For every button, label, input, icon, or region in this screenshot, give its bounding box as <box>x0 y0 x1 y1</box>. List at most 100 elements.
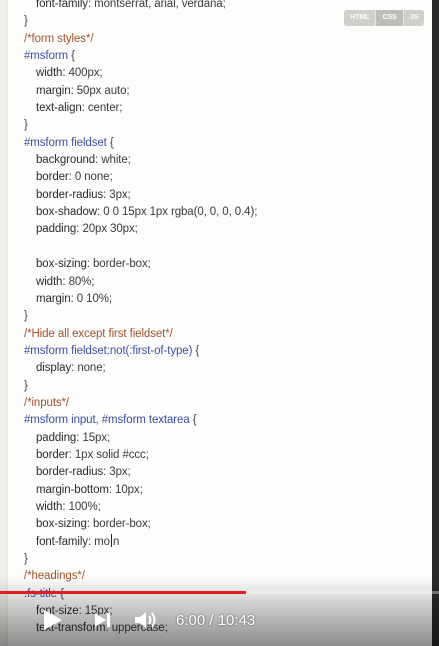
tab-html[interactable]: HTML <box>344 10 377 26</box>
code-token: background <box>36 154 96 167</box>
css-editor-panel[interactable]: font-family: montserrat, arial, verdana;… <box>8 0 432 646</box>
code-line[interactable]: border-radius: 3px; <box>24 464 434 481</box>
code-token: 100% <box>68 500 98 513</box>
code-line[interactable] <box>24 239 434 256</box>
duration: 10:43 <box>217 611 256 629</box>
code-line[interactable]: font-family: mo n <box>24 533 434 551</box>
code-token: white <box>101 154 128 167</box>
code-token: box-sizing <box>36 518 87 531</box>
current-time: 6:00 <box>176 611 206 629</box>
code-token: } <box>24 310 28 323</box>
code-line[interactable]: /*inputs*/ <box>24 395 434 412</box>
code-token: 3px <box>109 188 128 201</box>
code-token: 50px auto <box>76 84 127 97</box>
code-area[interactable]: font-family: montserrat, arial, verdana;… <box>24 0 434 638</box>
code-token: ; <box>139 483 143 496</box>
tab-css[interactable]: CSS <box>376 10 404 26</box>
code-line[interactable]: /*form styles*/ <box>24 31 434 48</box>
tab-js[interactable]: JS <box>403 10 425 26</box>
code-token: text-align <box>36 102 82 115</box>
time-separator: / <box>205 611 218 629</box>
code-line[interactable]: box-sizing: border-box; <box>24 516 434 533</box>
code-line[interactable]: text-align: center; <box>24 100 434 117</box>
code-token: #msform fieldset <box>24 136 107 149</box>
code-line[interactable]: } <box>24 308 434 325</box>
code-token: 1px solid #ccc <box>74 448 146 461</box>
code-token: width <box>36 67 63 80</box>
code-token: /*form styles*/ <box>24 32 94 45</box>
text-cursor <box>110 533 112 547</box>
code-token: ; <box>108 292 112 305</box>
code-token: ; <box>147 258 151 271</box>
code-line[interactable]: width: 100%; <box>24 499 434 516</box>
code-token: 0 10% <box>76 292 109 305</box>
code-token: ; <box>222 0 226 10</box>
code-token: font-family <box>36 0 88 10</box>
code-token: ; <box>127 154 131 167</box>
code-line[interactable]: /*Hide all except first fieldset*/ <box>24 326 434 343</box>
code-token: /*inputs*/ <box>24 396 70 409</box>
code-line[interactable]: border: 1px solid #ccc; <box>24 447 434 464</box>
code-line[interactable]: } <box>24 378 434 395</box>
progress-fill <box>0 591 246 594</box>
code-token: 0 none <box>74 171 110 184</box>
code-token: #msform input, #msform textarea <box>24 414 190 427</box>
code-token: } <box>24 379 28 392</box>
code-token: ; <box>91 275 95 288</box>
code-token: font-family <box>36 535 88 548</box>
code-line[interactable]: box-shadow: 0 0 15px 1px rgba(0, 0, 0, 0… <box>24 204 434 221</box>
code-line[interactable]: background: white; <box>24 152 434 169</box>
code-line[interactable]: #msform input, #msform textarea { <box>24 412 434 429</box>
code-line[interactable]: margin: 0 10%; <box>24 291 434 308</box>
code-token: montserrat, arial, verdana <box>94 0 223 10</box>
code-token: margin <box>36 84 71 97</box>
play-icon <box>44 610 62 630</box>
next-button[interactable] <box>93 604 113 636</box>
code-token: mo <box>94 535 110 548</box>
code-token: border <box>36 448 69 461</box>
code-token: #msform <box>24 50 69 63</box>
code-line[interactable]: display: none; <box>24 360 434 377</box>
code-token: ; <box>106 431 111 444</box>
code-line[interactable]: #msform fieldset { <box>24 135 434 152</box>
player-controls: 6:00 / 10:43 <box>0 604 439 636</box>
code-line[interactable]: box-sizing: border-box; <box>24 256 434 273</box>
play-button[interactable] <box>42 604 64 636</box>
code-token: ; <box>99 67 103 80</box>
progress-bar[interactable] <box>0 591 439 594</box>
code-token: margin-bottom <box>36 483 109 496</box>
code-token: width <box>36 275 63 288</box>
code-line[interactable]: } <box>24 551 434 568</box>
code-token: display <box>36 362 72 375</box>
volume-button[interactable] <box>133 604 159 636</box>
code-line[interactable]: #msform fieldset:not(:first-of-type) { <box>24 343 434 360</box>
code-line[interactable]: } <box>24 117 434 134</box>
code-line[interactable]: #msform { <box>24 48 434 65</box>
code-token: border-radius <box>36 466 104 479</box>
video-frame[interactable]: font-family: montserrat, arial, verdana;… <box>0 0 439 646</box>
code-token: padding <box>36 223 77 236</box>
code-token: { <box>68 50 75 63</box>
code-token: ; <box>119 102 123 115</box>
code-line[interactable]: margin-bottom: 10px; <box>24 482 434 499</box>
code-token: /*Hide all except first fieldset*/ <box>24 327 173 340</box>
code-line[interactable]: padding: 15px; <box>24 430 434 447</box>
code-line[interactable]: border: 0 none; <box>24 169 434 186</box>
language-tabs: HTML CSS JS <box>344 10 425 26</box>
code-token: 3px <box>109 466 128 479</box>
code-token: 0 0 15px 1px rgba(0, 0, 0, 0.4) <box>103 206 255 219</box>
code-token: } <box>24 553 28 565</box>
left-margin <box>0 0 8 646</box>
code-line[interactable]: margin: 50px auto; <box>24 83 434 100</box>
code-line[interactable]: width: 400px; <box>24 65 434 82</box>
code-token: ; <box>109 171 113 184</box>
code-token: 10px <box>115 483 140 496</box>
code-line[interactable]: border-radius: 3px; <box>24 187 434 204</box>
code-token: border-box <box>92 518 148 531</box>
code-line[interactable]: width: 80%; <box>24 274 434 291</box>
code-token: } <box>24 119 28 132</box>
code-token: ; <box>147 518 151 531</box>
code-token: margin <box>36 292 71 305</box>
code-token: 15px <box>82 431 107 444</box>
code-line[interactable]: padding: 20px 30px; <box>24 221 434 238</box>
